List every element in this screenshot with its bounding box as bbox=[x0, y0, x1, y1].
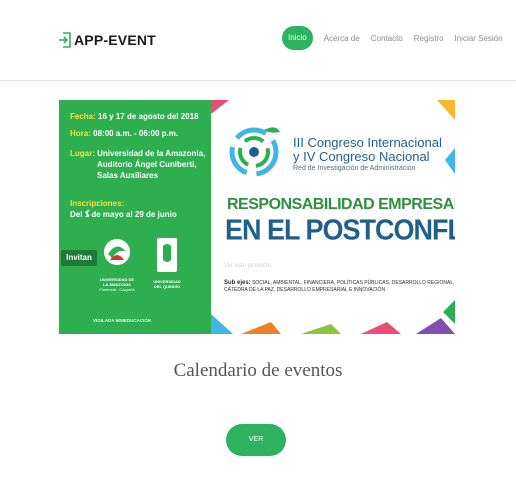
headline-postconflicto: EN EL POSTCONFLICTO bbox=[225, 214, 455, 246]
congreso-line2: y IV Congreso Nacional bbox=[293, 149, 430, 164]
uniamazonia-emblem-icon bbox=[104, 239, 130, 265]
watermark-text: Ver este producto bbox=[224, 263, 272, 269]
nav-item-acerca[interactable]: Acerca de bbox=[324, 34, 360, 43]
hora-label: Hora: bbox=[70, 129, 91, 138]
top-navbar: APP-EVENT Inicio Acerca de Contacto Regi… bbox=[0, 0, 516, 81]
nav-item-inicio[interactable]: Inicio bbox=[282, 26, 313, 50]
event-carousel[interactable]: Fecha: 16 y 17 de agosto del 2018 Hora: … bbox=[59, 100, 455, 334]
page-title: Calendario de eventos bbox=[173, 360, 343, 381]
uniamazonia-line3: Florencia - Caquetá bbox=[99, 287, 135, 292]
congreso-line1: III Congreso Internacional bbox=[293, 135, 442, 150]
hora-value: 08:00 a.m. - 06:00 p.m. bbox=[93, 129, 179, 138]
lugar-value-1: Universidad de la Amazonia, bbox=[97, 149, 206, 158]
inscripciones-label: Inscripciones: bbox=[70, 199, 125, 208]
subejes-label: Sub ejes: bbox=[224, 280, 251, 286]
brand-logo[interactable]: APP-EVENT bbox=[58, 30, 156, 50]
banner-info-panel: Fecha: 16 y 17 de agosto del 2018 Hora: … bbox=[59, 100, 211, 334]
uniquindio-emblem-icon bbox=[157, 238, 177, 272]
uniquindio-line2: DEL QUINDÍO bbox=[153, 284, 181, 289]
invitan-label: Invitan bbox=[61, 250, 97, 266]
congreso-emblem-icon bbox=[229, 127, 280, 177]
subejes-line1: SOCIAL, AMBIENTAL, FINANCIERA, POLÍTICAS… bbox=[252, 280, 455, 286]
lugar-label: Lugar: bbox=[70, 149, 95, 158]
uniamazonia-logo: UNIVERSIDAD DE LA AMAZONIA Florencia - C… bbox=[95, 238, 139, 292]
subejes-text: Sub ejes: SOCIAL, AMBIENTAL, FINANCIERA,… bbox=[224, 280, 455, 294]
main-nav: Inicio Acerca de Contacto Registro Inici… bbox=[282, 26, 514, 50]
lugar-value-2: Auditorio Ángel Cuniberti, bbox=[97, 160, 197, 169]
red-investigacion: Red de Investigación de Administración bbox=[293, 165, 416, 172]
fecha-label: Fecha: bbox=[70, 112, 96, 121]
login-arrow-icon bbox=[58, 31, 72, 49]
nav-item-contacto[interactable]: Contacto bbox=[371, 34, 403, 43]
subejes-line2: CÁTEDRA DE LA PAZ, DESARROLLO EMPRESARIA… bbox=[224, 287, 386, 293]
nav-item-registro[interactable]: Registro bbox=[414, 34, 444, 43]
nav-item-iniciar-sesion[interactable]: Iniciar Sesión bbox=[455, 34, 503, 43]
lugar-value-3: Salas Auxiliares bbox=[97, 171, 159, 180]
brand-name: APP-EVENT bbox=[74, 32, 156, 48]
headline-responsabilidad: RESPONSABILIDAD EMPRESARIAL bbox=[227, 196, 455, 213]
chevron-right-icon[interactable]: › bbox=[425, 204, 430, 222]
uniquindio-logo: UNIVERSIDAD DEL QUINDÍO bbox=[145, 238, 189, 289]
fecha-value: 16 y 17 de agosto del 2018 bbox=[98, 112, 199, 121]
chevron-left-icon[interactable]: ‹ bbox=[85, 204, 90, 222]
ver-calendario-button[interactable]: VER CALENDARIO bbox=[226, 424, 286, 475]
vigilada-text: VIGILADA MINEDUCACIÓN bbox=[93, 318, 152, 323]
